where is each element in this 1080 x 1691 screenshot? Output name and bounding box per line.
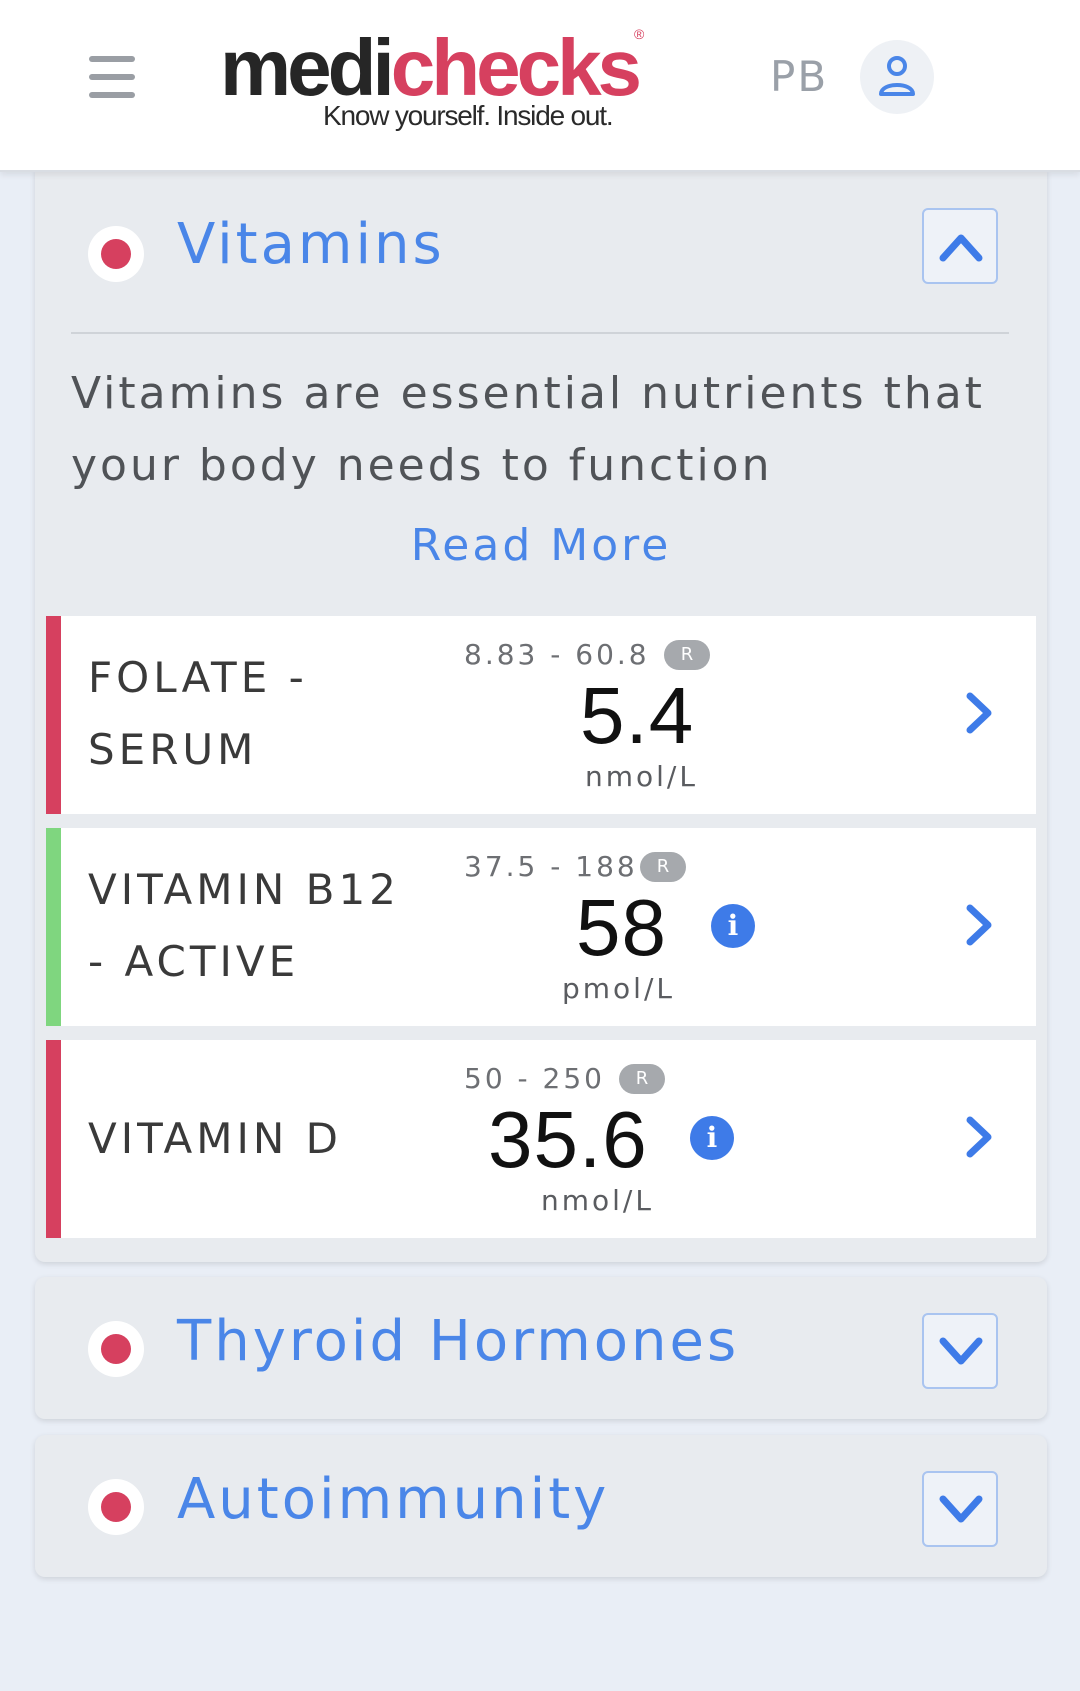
status-dot (88, 1321, 144, 1377)
result-row-folate[interactable]: FOLATE - SERUM 8.83 - 60.8 R 5.4 nmol/L (46, 616, 1036, 814)
expand-toggle-button[interactable] (922, 1471, 998, 1547)
user-avatar[interactable] (860, 40, 934, 114)
result-unit: pmol/L (562, 972, 675, 1005)
app-header: medichecks ® Know yourself. Inside out. … (0, 0, 1080, 172)
info-icon[interactable]: i (690, 1116, 734, 1160)
user-initials[interactable]: PB (770, 52, 828, 101)
chevron-right-icon[interactable] (964, 692, 994, 734)
reference-range: 8.83 - 60.8 (464, 638, 650, 671)
logo-tagline: Know yourself. Inside out. (323, 100, 614, 131)
section-title: Thyroid Hormones (177, 1309, 740, 1374)
reference-badge[interactable]: R (664, 640, 710, 670)
thyroid-hormones-section[interactable]: Thyroid Hormones (35, 1277, 1047, 1419)
result-name: VITAMIN B12 - ACTIVE (88, 865, 400, 986)
collapse-toggle-button[interactable] (922, 208, 998, 284)
result-value: 35.6 (488, 1095, 648, 1184)
reference-range: 50 - 250 (464, 1062, 605, 1095)
reference-badge[interactable]: R (619, 1064, 665, 1094)
result-name: FOLATE - SERUM (88, 653, 308, 774)
registered-mark: ® (634, 26, 645, 42)
user-icon (879, 56, 915, 96)
result-unit: nmol/L (585, 760, 698, 793)
info-icon[interactable]: i (711, 904, 755, 948)
expand-toggle-button[interactable] (922, 1313, 998, 1389)
result-name: VITAMIN D (88, 1114, 342, 1163)
status-bar (46, 616, 61, 814)
status-bar (46, 1040, 61, 1238)
chevron-up-icon (939, 234, 983, 262)
reference-badge[interactable]: R (640, 852, 686, 882)
result-row-vitamin-d[interactable]: VITAMIN D 50 - 250 R 35.6 i nmol/L (46, 1040, 1036, 1238)
chevron-right-icon[interactable] (964, 904, 994, 946)
read-more-link[interactable]: Read More (35, 520, 1047, 571)
chevron-down-icon (939, 1495, 983, 1523)
section-title: Autoimmunity (177, 1467, 610, 1532)
result-value: 5.4 (580, 671, 695, 760)
hamburger-menu-icon[interactable] (89, 56, 135, 98)
medichecks-logo[interactable]: medichecks ® Know yourself. Inside out. (220, 18, 660, 138)
result-value: 58 (576, 883, 667, 972)
section-title: Vitamins (177, 212, 445, 277)
chevron-down-icon (939, 1337, 983, 1365)
chevron-right-icon[interactable] (964, 1116, 994, 1158)
autoimmunity-section[interactable]: Autoimmunity (35, 1435, 1047, 1577)
result-row-vitamin-b12[interactable]: VITAMIN B12 - ACTIVE 37.5 - 188 R 58 i p… (46, 828, 1036, 1026)
status-bar (46, 828, 61, 1026)
reference-range: 37.5 - 188 (464, 850, 638, 883)
status-dot (88, 1479, 144, 1535)
result-unit: nmol/L (541, 1184, 654, 1217)
section-description: Vitamins are essential nutrients that yo… (71, 368, 985, 491)
vitamins-section: Vitamins Vitamins are essential nutrient… (35, 170, 1047, 1262)
status-dot (88, 226, 144, 282)
divider (71, 332, 1009, 334)
